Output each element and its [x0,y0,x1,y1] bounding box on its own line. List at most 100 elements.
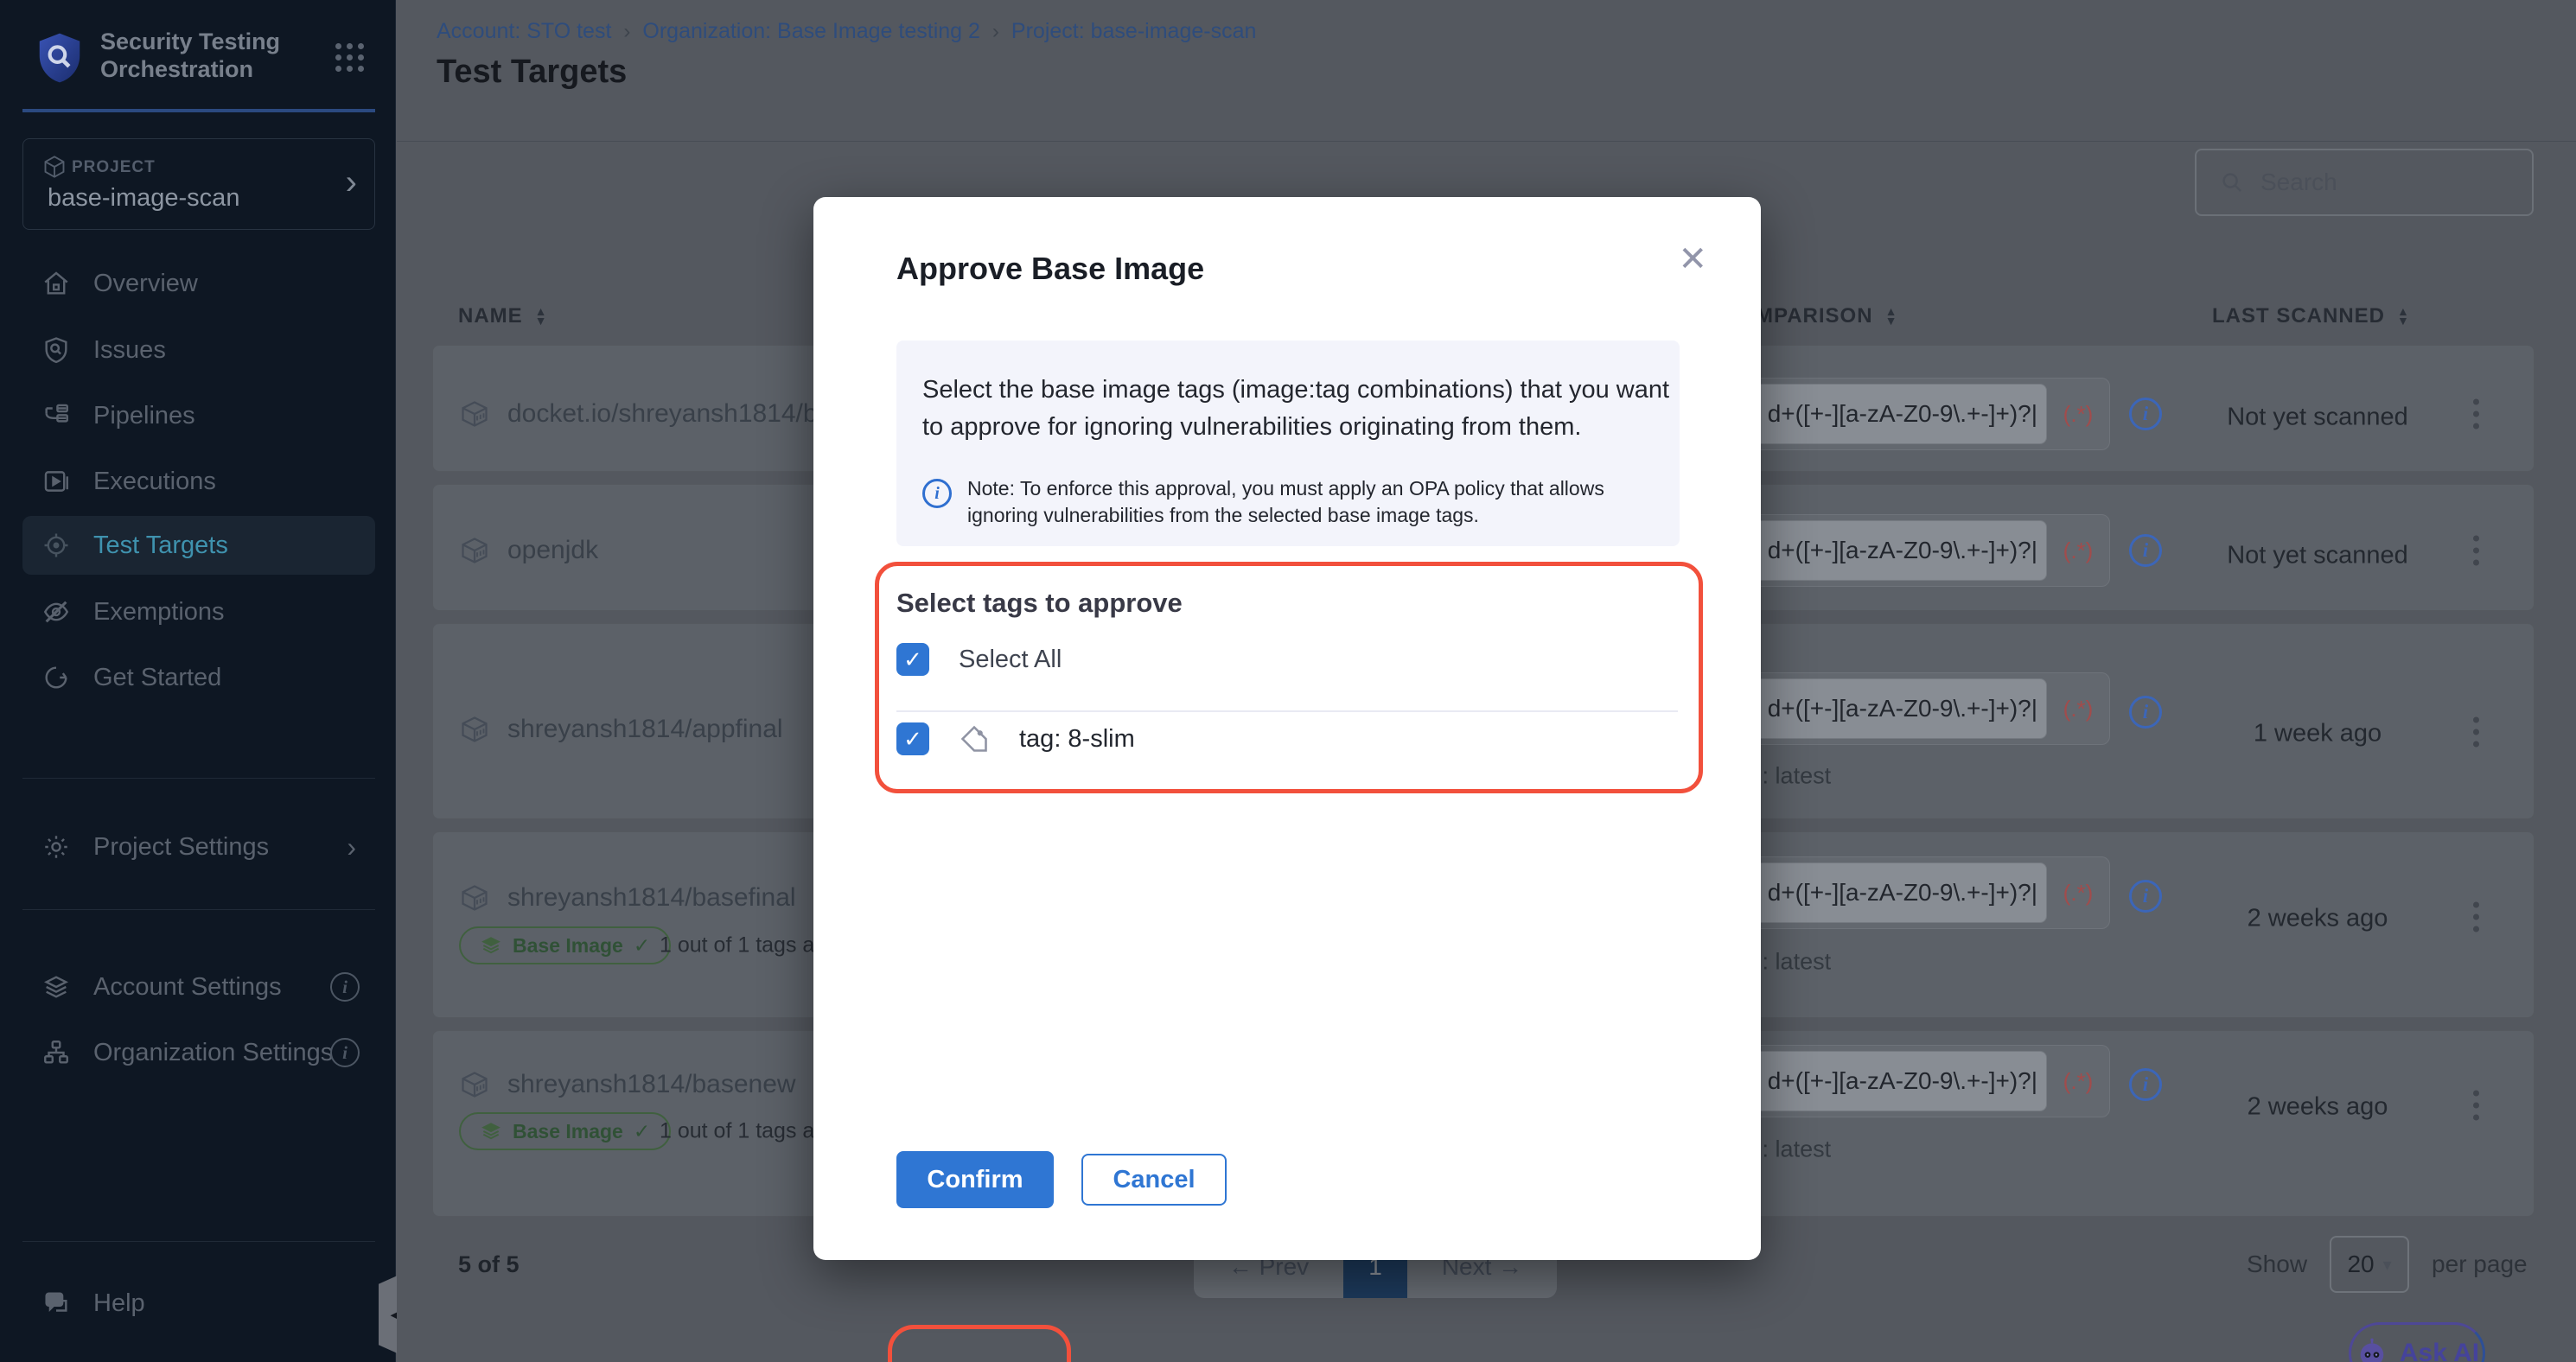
regex-toggle[interactable]: (.*) [2047,1068,2109,1095]
org-gear-icon [41,1038,71,1067]
tag-label: tag: 8-slim [1019,725,1135,754]
container-image-icon [459,535,490,566]
breadcrumb-org-link[interactable]: Organization: Base Image testing 2 [642,19,980,44]
last-scanned-value: Not yet scanned [2188,542,2447,570]
play-square-icon [41,467,71,496]
sidebar-item-help[interactable]: ? Help [22,1274,375,1333]
sidebar-item-label: Account Settings [93,973,282,1002]
sort-icon: ▲▼ [1885,307,1898,326]
last-scanned-value: 2 weeks ago [2188,1093,2447,1122]
sidebar-item-overview[interactable]: Overview [22,254,375,313]
info-icon[interactable]: i [2129,1068,2162,1101]
svg-text:?: ? [51,1295,57,1306]
sidebar-divider [22,778,375,779]
tag-icon [959,723,990,754]
sidebar-item-project-settings[interactable]: Project Settings › [22,818,375,876]
sort-icon: ▲▼ [2397,307,2410,326]
info-icon[interactable]: i [2129,398,2162,430]
column-label: LAST SCANNED [2212,304,2385,328]
sidebar-item-label: Overview [93,270,198,298]
module-grid-icon[interactable] [335,43,365,73]
breadcrumb-separator: › [992,20,999,44]
info-icon[interactable]: i [330,972,360,1002]
tag-row: ✓ tag: 8-slim [896,722,1135,755]
chevron-right-icon: › [346,163,357,202]
sidebar-item-label: Issues [93,336,166,365]
target-name-label: shreyansh1814/appfinal [507,715,783,744]
sidebar-item-get-started[interactable]: Get Started [22,648,375,707]
sidebar-item-label: Help [93,1289,145,1318]
layers-gear-icon [41,972,71,1002]
page-size-select[interactable]: 20 ▾ [2330,1236,2409,1293]
page-size-value: 20 [2347,1251,2374,1278]
sidebar-item-label: Organization Settings [93,1039,333,1067]
regex-toggle[interactable]: (.*) [2047,538,2109,564]
regex-toggle[interactable]: (.*) [2047,696,2109,722]
per-page-label: per page [2432,1251,2528,1278]
project-selector[interactable]: PROJECT base-image-scan › [22,138,375,230]
row-menu-icon[interactable] [2473,902,2479,932]
sidebar-item-executions[interactable]: Executions [22,452,375,511]
target-name-label: openjdk [507,536,598,565]
modal-list-divider [896,710,1678,712]
search-input[interactable]: Search [2195,149,2534,216]
sidebar-item-pipelines[interactable]: Pipelines [22,386,375,445]
layers-icon [480,934,502,957]
badge-label: Base Image [513,934,623,958]
info-icon: i [922,479,952,508]
ask-ai-label: Ask AI [2400,1339,2479,1362]
sidebar-item-label: Project Settings [93,833,269,862]
app-title: Security Testing Orchestration [100,28,280,83]
cancel-button[interactable]: Cancel [1081,1154,1227,1206]
row-menu-icon[interactable] [2473,1091,2479,1121]
page-size-control: Show 20 ▾ per page [2247,1236,2528,1293]
regex-toggle[interactable]: (.*) [2047,880,2109,907]
row-menu-icon[interactable] [2473,536,2479,566]
sidebar-item-exemptions[interactable]: Exemptions [22,582,375,641]
sidebar-item-label: Executions [93,468,216,496]
last-scanned-value: 2 weeks ago [2188,905,2447,933]
tag-checkbox[interactable]: ✓ [896,722,929,755]
sidebar-divider [22,909,375,910]
sidebar-item-test-targets[interactable]: Test Targets [22,516,375,575]
modal-description: Select the base image tags (image:tag co… [922,372,1683,446]
breadcrumb-project-link[interactable]: Project: base-image-scan [1011,19,1256,44]
project-label: PROJECT [72,158,156,177]
select-all-checkbox[interactable]: ✓ [896,643,929,676]
regex-toggle[interactable]: (.*) [2047,401,2109,428]
help-chat-icon: ? [41,1289,71,1318]
ai-bot-icon [2355,1336,2389,1362]
page-title: Test Targets [437,54,627,91]
target-name: shreyansh1814/basefinal [459,882,796,913]
info-icon[interactable]: i [2129,696,2162,729]
column-header-name[interactable]: NAME ▲▼ [458,304,548,328]
base-image-badge: Base Image ✓ [459,1112,671,1150]
target-name: openjdk [459,535,598,566]
column-header-last-scanned[interactable]: LAST SCANNED ▲▼ [2212,304,2410,328]
show-label: Show [2247,1251,2307,1278]
ask-ai-button[interactable]: Ask AI [2349,1322,2485,1362]
sidebar-item-account-settings[interactable]: Account Settings i [22,958,375,1016]
info-icon[interactable]: i [330,1038,360,1067]
container-image-icon [459,1069,490,1100]
rocket-icon [41,663,71,692]
info-icon[interactable]: i [2129,534,2162,567]
sidebar-item-organization-settings[interactable]: Organization Settings i [22,1023,375,1082]
row-menu-icon[interactable] [2473,399,2479,430]
pipeline-icon [41,401,71,430]
info-icon[interactable]: i [2129,880,2162,913]
header-divider [397,141,2576,142]
row-menu-icon[interactable] [2473,717,2479,748]
sidebar-item-label: Pipelines [93,402,195,430]
close-icon[interactable]: ✕ [1678,242,1707,277]
sidebar-item-issues[interactable]: Issues [22,321,375,379]
target-name: shreyansh1814/appfinal [459,714,783,745]
breadcrumb-account-link[interactable]: Account: STO test [437,19,611,44]
eye-off-icon [41,597,71,627]
modal-note-text: Note: To enforce this approval, you must… [967,475,1654,529]
confirm-button[interactable]: Confirm [896,1151,1054,1208]
check-icon: ✓ [634,934,650,958]
target-name-label: shreyansh1814/basefinal [507,883,796,913]
column-label: NAME [458,304,523,328]
search-icon [2219,169,2245,195]
